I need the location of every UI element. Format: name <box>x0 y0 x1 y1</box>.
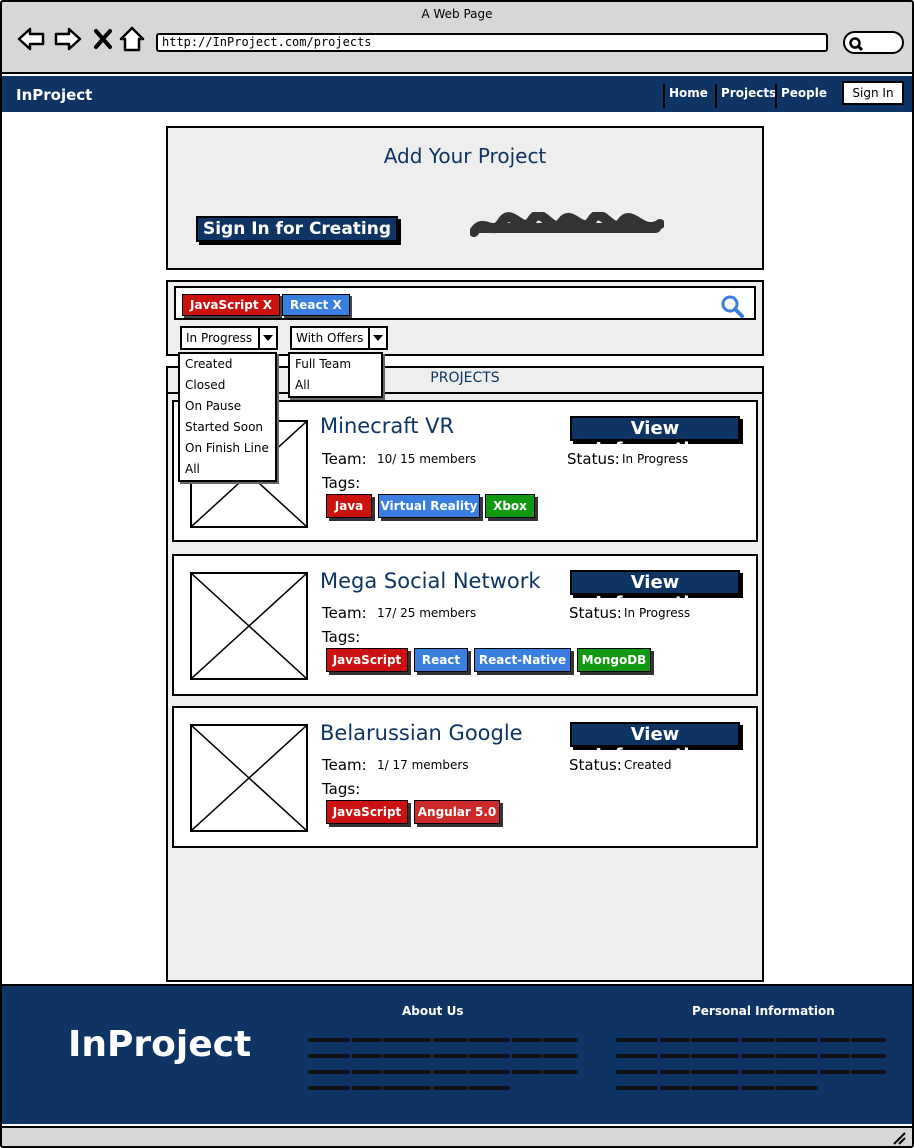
project-card: Mega Social Network View Information Tea… <box>172 554 758 696</box>
browser-search-field[interactable] <box>843 31 904 54</box>
tag-javascript[interactable]: JavaScript <box>326 800 408 824</box>
add-project-panel: Add Your Project Sign In for Creating <box>166 126 764 270</box>
chip-javascript[interactable]: JavaScript X <box>182 294 281 316</box>
menu-item-on-finish-line[interactable]: On Finish Line <box>180 438 275 459</box>
nav-projects[interactable]: Projects <box>715 84 776 108</box>
site-footer: InProject About Us Personal Information <box>2 984 912 1124</box>
nav-home[interactable]: Home <box>663 84 708 108</box>
project-title[interactable]: Mega Social Network <box>320 569 541 593</box>
menu-item-created[interactable]: Created <box>180 354 275 375</box>
status-value: In Progress <box>624 606 691 620</box>
status-label: Status: <box>569 604 622 622</box>
site-navbar: InProject Home Projects People Sign In <box>2 76 912 112</box>
menu-item-full-team[interactable]: Full Team <box>290 354 381 375</box>
personal-information-scribble-text <box>616 1038 886 1090</box>
tag-virtual-reality[interactable]: Virtual Reality <box>378 494 480 518</box>
team-label: Team: <box>322 756 367 774</box>
tags-label: Tags: <box>322 780 361 798</box>
tag-mongodb[interactable]: MongoDB <box>577 648 651 672</box>
project-image-placeholder <box>190 724 308 832</box>
search-icon[interactable] <box>720 294 744 318</box>
tags-label: Tags: <box>322 474 361 492</box>
tag-react-native[interactable]: React-Native <box>474 648 571 672</box>
chevron-down-icon <box>368 328 386 348</box>
menu-item-all[interactable]: All <box>180 459 275 480</box>
chevron-down-icon <box>258 328 276 348</box>
menu-item-all-offers[interactable]: All <box>290 375 381 396</box>
status-label: Status: <box>567 450 620 468</box>
sign-in-for-creating-button[interactable]: Sign In for Creating <box>196 216 398 242</box>
chip-react[interactable]: React X <box>282 294 350 316</box>
status-label: Status: <box>569 756 622 774</box>
view-information-button[interactable]: View Information <box>570 570 740 614</box>
tag-search-input[interactable]: JavaScript X React X <box>174 286 756 320</box>
nav-people[interactable]: People <box>775 84 827 108</box>
browser-status-bar <box>2 1126 912 1146</box>
about-us-heading: About Us <box>402 1004 464 1018</box>
add-project-title: Add Your Project <box>383 144 547 168</box>
scribble-placeholder <box>470 212 664 237</box>
menu-item-closed[interactable]: Closed <box>180 375 275 396</box>
search-icon <box>849 37 864 52</box>
site-logo[interactable]: InProject <box>16 86 92 104</box>
offers-filter-menu: Full Team All <box>288 352 383 398</box>
back-icon[interactable] <box>16 24 46 54</box>
tag-xbox[interactable]: Xbox <box>485 494 535 518</box>
tags-label: Tags: <box>322 628 361 646</box>
window-title: A Web Page <box>421 7 493 21</box>
team-label: Team: <box>322 450 367 468</box>
team-count: 17/ 25 members <box>377 606 477 620</box>
status-filter-value: In Progress <box>186 331 253 345</box>
nav-sign-in-button[interactable]: Sign In <box>842 81 904 105</box>
offers-filter-select[interactable]: With Offers <box>290 326 388 350</box>
team-label: Team: <box>322 604 367 622</box>
menu-item-started-soon[interactable]: Started Soon <box>180 417 275 438</box>
close-icon[interactable] <box>88 24 118 54</box>
about-us-scribble-text <box>308 1038 578 1090</box>
forward-icon[interactable] <box>53 24 83 54</box>
project-image-placeholder <box>190 572 308 680</box>
view-information-button[interactable]: View Information <box>570 722 740 766</box>
team-count: 1/ 17 members <box>377 758 469 772</box>
address-bar[interactable]: http://InProject.com/projects <box>156 33 828 52</box>
status-filter-menu: Created Closed On Pause Started Soon On … <box>178 352 277 482</box>
browser-toolbar: A Web Page http://InProject.com/projects <box>2 2 912 74</box>
tag-angular[interactable]: Angular 5.0 <box>414 800 500 824</box>
status-filter-select[interactable]: In Progress <box>180 326 278 350</box>
menu-item-on-pause[interactable]: On Pause <box>180 396 275 417</box>
project-title[interactable]: Belarussian Google <box>320 721 523 745</box>
footer-logo: InProject <box>68 1024 252 1065</box>
browser-window: A Web Page http://InProject.com/projects… <box>0 0 914 1148</box>
filter-panel: JavaScript X React X In Progress With Of… <box>166 280 764 356</box>
view-information-button[interactable]: View Information <box>570 416 740 460</box>
tag-java[interactable]: Java <box>326 494 372 518</box>
team-count: 10/ 15 members <box>377 452 477 466</box>
status-value: Created <box>624 758 672 772</box>
offers-filter-value: With Offers <box>296 331 364 345</box>
tag-react[interactable]: React <box>414 648 468 672</box>
personal-information-heading: Personal Information <box>692 1004 835 1018</box>
status-value: In Progress <box>622 452 689 466</box>
project-title[interactable]: Minecraft VR <box>320 414 454 438</box>
home-icon[interactable] <box>117 24 147 54</box>
resize-handle-icon[interactable] <box>892 1131 906 1145</box>
project-card: Belarussian Google View Information Team… <box>172 706 758 848</box>
tag-javascript[interactable]: JavaScript <box>326 648 408 672</box>
